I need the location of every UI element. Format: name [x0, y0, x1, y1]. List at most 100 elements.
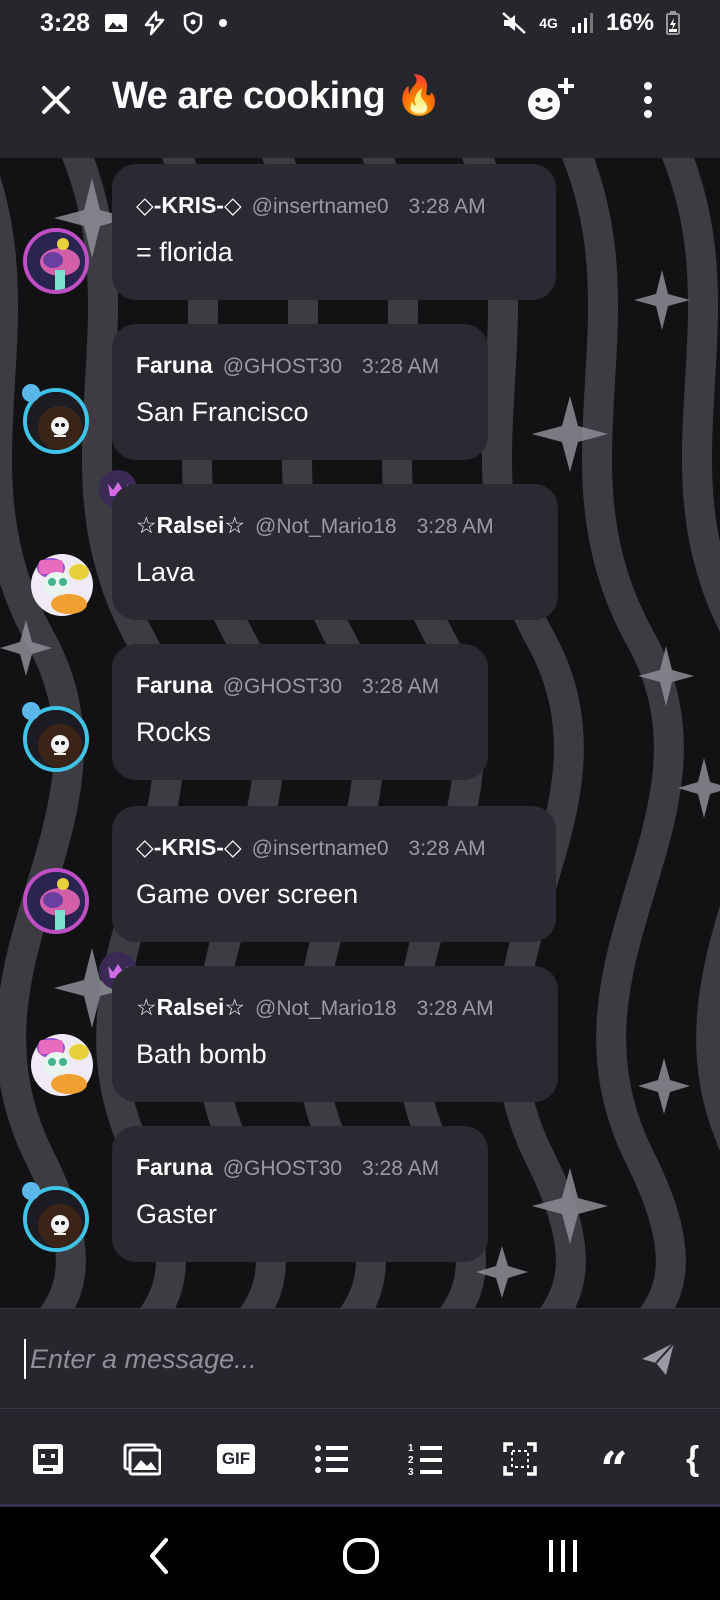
sender-name[interactable]: ☆Ralsei☆ [136, 994, 245, 1021]
message-bubble[interactable]: Faruna @GHOST30 3:28 AM San Francisco [112, 324, 488, 460]
bullet-list-icon [315, 1445, 348, 1473]
message-bubble[interactable]: ◇-KRIS-◇ @insertname0 3:28 AM = florida [112, 164, 556, 300]
notification-dot-icon [218, 18, 228, 28]
svg-text:2: 2 [408, 1455, 414, 1466]
avatar[interactable] [23, 868, 89, 934]
sender-handle: @GHOST30 [222, 355, 343, 378]
sender-name[interactable]: ◇-KRIS-◇ [136, 834, 242, 861]
status-right: 4G 16% [501, 9, 680, 37]
system-nav-bar [0, 1507, 720, 1600]
code-icon: { [686, 1441, 700, 1477]
back-button[interactable] [134, 1531, 184, 1581]
avatar[interactable] [23, 546, 93, 616]
message-bubble[interactable]: Faruna @GHOST30 3:28 AM Rocks [112, 644, 488, 780]
sender-name[interactable]: Faruna [136, 352, 213, 379]
message-timestamp: 3:28 AM [362, 355, 440, 378]
spoiler-button[interactable] [500, 1441, 540, 1477]
sender-handle: @insertname0 [251, 195, 389, 218]
more-options-button[interactable] [628, 76, 668, 124]
status-time: 3:28 [40, 8, 91, 37]
message-bubble[interactable]: ☆Ralsei☆ @Not_Mario18 3:28 AM Lava [112, 484, 558, 620]
message-header: ◇-KRIS-◇ @insertname0 3:28 AM [136, 192, 532, 219]
battery-percent: 16% [605, 9, 654, 36]
avatar[interactable] [23, 1026, 93, 1096]
sender-handle: @GHOST30 [222, 675, 343, 698]
message-input[interactable] [30, 1337, 590, 1381]
format-toolbar: GIF 123 “ { [0, 1408, 720, 1506]
numbered-list-button[interactable]: 123 [406, 1441, 446, 1477]
back-icon [150, 1538, 168, 1574]
signal-icon [570, 12, 594, 34]
message-header: ◇-KRIS-◇ @insertname0 3:28 AM [136, 834, 532, 861]
gif-label: GIF [221, 1449, 251, 1468]
message-text: Game over screen [136, 879, 359, 909]
gallery-notification-icon [104, 12, 128, 34]
add-member-icon [528, 78, 574, 120]
spoiler-icon [503, 1442, 537, 1476]
avatar-decoration-icon [22, 1182, 40, 1200]
message-timestamp: 3:28 AM [408, 837, 486, 860]
image-icon [123, 1443, 161, 1476]
chat-title: We are cooking 🔥 [112, 75, 443, 117]
sender-name[interactable]: ☆Ralsei☆ [136, 512, 245, 539]
message-bubble[interactable]: Faruna @GHOST30 3:28 AM Gaster [112, 1126, 488, 1262]
svg-text:3: 3 [408, 1467, 414, 1476]
close-button[interactable] [36, 80, 76, 120]
message-timestamp: 3:28 AM [416, 997, 494, 1020]
close-icon [42, 86, 70, 114]
quote-icon: “ [600, 1442, 628, 1498]
message-bubble[interactable]: ☆Ralsei☆ @Not_Mario18 3:28 AM Bath bomb [112, 966, 558, 1102]
chat-header: We are cooking 🔥 [0, 46, 720, 158]
status-bar: 3:28 4G 16% [0, 0, 720, 46]
sender-handle: @Not_Mario18 [255, 997, 397, 1020]
home-icon [343, 1538, 379, 1574]
message-text: Rocks [136, 717, 212, 747]
message-text: = florida [136, 237, 233, 267]
message-header: Faruna @GHOST30 3:28 AM [136, 672, 464, 699]
text-cursor [24, 1339, 26, 1379]
bullet-list-button[interactable] [312, 1441, 352, 1477]
sender-name[interactable]: ◇-KRIS-◇ [136, 192, 242, 219]
quote-button[interactable]: “ [594, 1441, 634, 1494]
message-header: Faruna @GHOST30 3:28 AM [136, 352, 464, 379]
message-text: San Francisco [136, 397, 309, 427]
recents-icon [549, 1540, 577, 1572]
network-type: 4G [539, 15, 558, 31]
more-vertical-icon [644, 82, 652, 118]
shield-notification-icon [182, 11, 204, 35]
send-button[interactable] [638, 1339, 678, 1379]
flash-notification-icon [142, 10, 168, 36]
battery-icon [666, 11, 680, 35]
avatar[interactable] [23, 228, 89, 294]
recents-button[interactable] [538, 1531, 588, 1581]
sender-name[interactable]: Faruna [136, 1154, 213, 1181]
sticker-icon [33, 1444, 63, 1474]
message-timestamp: 3:28 AM [362, 1157, 440, 1180]
status-left: 3:28 [40, 9, 228, 38]
avatar-decoration-icon [22, 702, 40, 720]
message-bubble[interactable]: ◇-KRIS-◇ @insertname0 3:28 AM Game over scr… [112, 806, 556, 942]
message-timestamp: 3:28 AM [416, 515, 494, 538]
gif-button[interactable]: GIF [216, 1441, 256, 1477]
message-header: Faruna @GHOST30 3:28 AM [136, 1154, 464, 1181]
send-icon [642, 1342, 675, 1375]
message-text: Gaster [136, 1199, 218, 1229]
sender-handle: @GHOST30 [222, 1157, 343, 1180]
message-header: ☆Ralsei☆ @Not_Mario18 3:28 AM [136, 994, 534, 1021]
home-button[interactable] [336, 1531, 386, 1581]
avatar-decoration-icon [22, 384, 40, 402]
svg-text:1: 1 [408, 1443, 414, 1454]
composer [0, 1308, 720, 1408]
sender-handle: @Not_Mario18 [255, 515, 397, 538]
code-button[interactable]: { [686, 1441, 720, 1477]
sender-name[interactable]: Faruna [136, 672, 213, 699]
add-member-button[interactable] [524, 76, 578, 124]
message-text: Lava [136, 557, 195, 587]
sticker-button[interactable] [28, 1441, 68, 1477]
sender-handle: @insertname0 [251, 837, 389, 860]
message-timestamp: 3:28 AM [408, 195, 486, 218]
message-timestamp: 3:28 AM [362, 675, 440, 698]
gif-icon: GIF [217, 1444, 255, 1474]
numbered-list-icon: 123 [408, 1443, 442, 1476]
image-button[interactable] [122, 1441, 162, 1477]
